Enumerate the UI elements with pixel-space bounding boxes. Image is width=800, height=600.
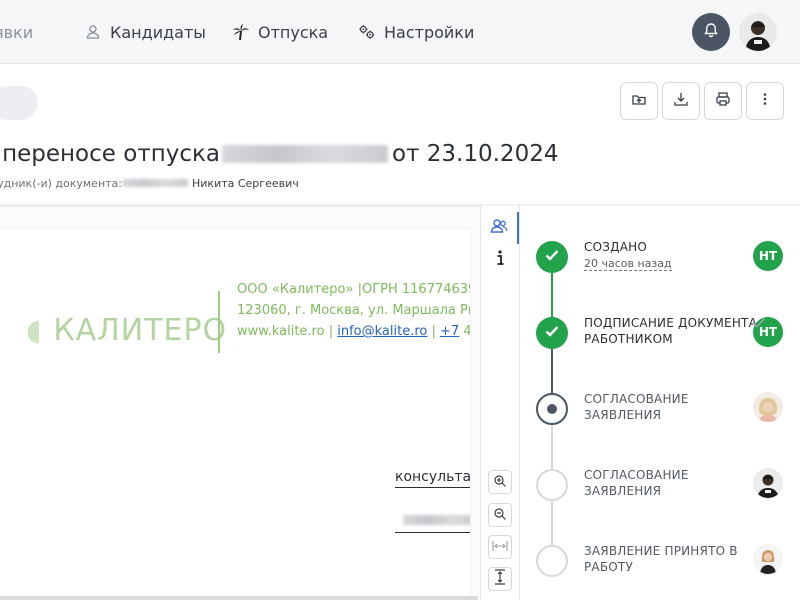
step-title: СОЗДАНО: [584, 240, 647, 254]
approval-timeline: СОЗДАНО 20 часов назад НТ ПОДПИСАНИЕ ДОК…: [520, 206, 800, 600]
subtitle-label: Сотрудник(-и) документа:: [0, 176, 122, 190]
step-status-pending: [536, 469, 568, 501]
nav-item-settings[interactable]: Настройки: [358, 20, 474, 44]
logo-mark: ◖: [26, 313, 43, 348]
gears-icon: [358, 23, 376, 41]
signed-check-icon: [752, 314, 766, 333]
contacts-line: www.kalite.ro | info@kalite.ro | +7 4: [237, 324, 470, 339]
person-icon: [84, 23, 102, 41]
step-status-done: [536, 317, 568, 349]
notifications-button[interactable]: [692, 13, 730, 51]
redacted-field: [403, 515, 470, 525]
title-end: от 23.10.2024: [392, 141, 559, 167]
step-status-done: [536, 241, 568, 273]
step-status-current: [536, 393, 568, 425]
zoom-in-button[interactable]: [488, 470, 512, 494]
fit-height-icon: [493, 569, 507, 589]
print-button[interactable]: [704, 82, 742, 120]
step-title: ПОДПИСАНИЕ ДОКУМЕНТА РАБОТНИКОМ: [584, 316, 757, 346]
phone-link[interactable]: +7: [440, 324, 459, 339]
step-status-pending: [536, 545, 568, 577]
download-button[interactable]: [662, 82, 700, 120]
user-avatar[interactable]: [739, 13, 777, 51]
nav-item-label: Настройки: [384, 22, 475, 42]
assignee-avatar[interactable]: [753, 468, 783, 498]
check-icon: [544, 323, 560, 343]
company-logo: ◖ КАЛИТЕРО: [26, 313, 228, 348]
nav-item-candidates[interactable]: Кандидаты: [84, 20, 206, 44]
step-title: СОГЛАСОВАНИЕ ЗАЯВЛЕНИЯ: [584, 468, 689, 498]
page-title: О переносе отпуска от 23.10.2024: [0, 138, 558, 170]
title-start: О переносе отпуска: [0, 141, 220, 167]
nav-item-applications[interactable]: явки: [0, 20, 33, 44]
upload-icon: [631, 91, 647, 111]
tab-info[interactable]: [481, 244, 519, 276]
address-line: 123060, г. Москва, ул. Маршала Рыб: [237, 303, 470, 318]
zoom-out-icon: [493, 506, 507, 525]
zoom-out-button[interactable]: [488, 503, 512, 527]
document-preview[interactable]: ◖ КАЛИТЕРО ООО «Калитеро» |ОГРН 11677463…: [0, 206, 480, 600]
users-icon: [490, 218, 508, 238]
site-text: www.kalite.ro: [237, 324, 325, 339]
top-navigation: явки Кандидаты Отпуска Настройки: [0, 0, 800, 64]
zoom-in-icon: [493, 473, 507, 492]
upload-button[interactable]: [620, 82, 658, 120]
horizontal-scrollbar[interactable]: [0, 596, 478, 600]
nav-item-label: явки: [0, 22, 34, 42]
phone-tail: 4: [463, 324, 470, 339]
bell-icon: [703, 22, 719, 42]
document-employees: Сотрудник(-и) документа: Никита Сергееви…: [0, 175, 299, 191]
assignee-avatar[interactable]: [753, 544, 783, 574]
nav-item-label: Кандидаты: [110, 22, 206, 42]
nav-item-vacations[interactable]: Отпуска: [232, 20, 328, 44]
step-title: СОГЛАСОВАНИЕ ЗАЯВЛЕНИЯ: [584, 392, 689, 422]
step-title: ЗАЯВЛЕНИЕ ПРИНЯТО В РАБОТУ: [584, 544, 738, 574]
printer-icon: [715, 91, 731, 111]
fit-height-button[interactable]: [488, 567, 512, 591]
download-icon: [673, 91, 689, 111]
check-icon: [544, 247, 560, 267]
fit-width-button[interactable]: [488, 535, 512, 559]
timeline-connector: [551, 500, 553, 548]
step-time[interactable]: 20 часов назад: [584, 257, 672, 271]
more-vertical-icon: [757, 91, 773, 111]
assignee-initials[interactable]: НТ: [753, 241, 783, 271]
org-line: ООО «Калитеро» |ОГРН 1167746396: [237, 282, 470, 297]
status-chip: [0, 86, 38, 120]
name-field: [395, 510, 470, 533]
more-options-button[interactable]: [746, 82, 784, 120]
assignee-avatar[interactable]: [753, 392, 783, 422]
info-icon: [495, 249, 505, 271]
document-page: ◖ КАЛИТЕРО ООО «Калитеро» |ОГРН 11677463…: [0, 229, 470, 600]
timeline-connector: [551, 348, 553, 396]
email-link[interactable]: info@kalite.ro: [337, 324, 427, 339]
palm-tree-icon: [232, 23, 250, 41]
current-dot: [547, 404, 557, 414]
nav-item-label: Отпуска: [258, 22, 329, 42]
redacted-name: [222, 145, 388, 163]
fit-width-icon: [492, 538, 508, 557]
timeline-connector: [551, 272, 553, 320]
position-field: консультант: [395, 469, 470, 488]
tab-participants[interactable]: [481, 212, 519, 244]
logo-divider: [218, 291, 220, 353]
redacted-surname: [122, 179, 188, 187]
side-panel-tabs: [480, 206, 520, 600]
employee-name: Никита Сергеевич: [192, 176, 299, 190]
timeline-connector: [551, 424, 553, 472]
